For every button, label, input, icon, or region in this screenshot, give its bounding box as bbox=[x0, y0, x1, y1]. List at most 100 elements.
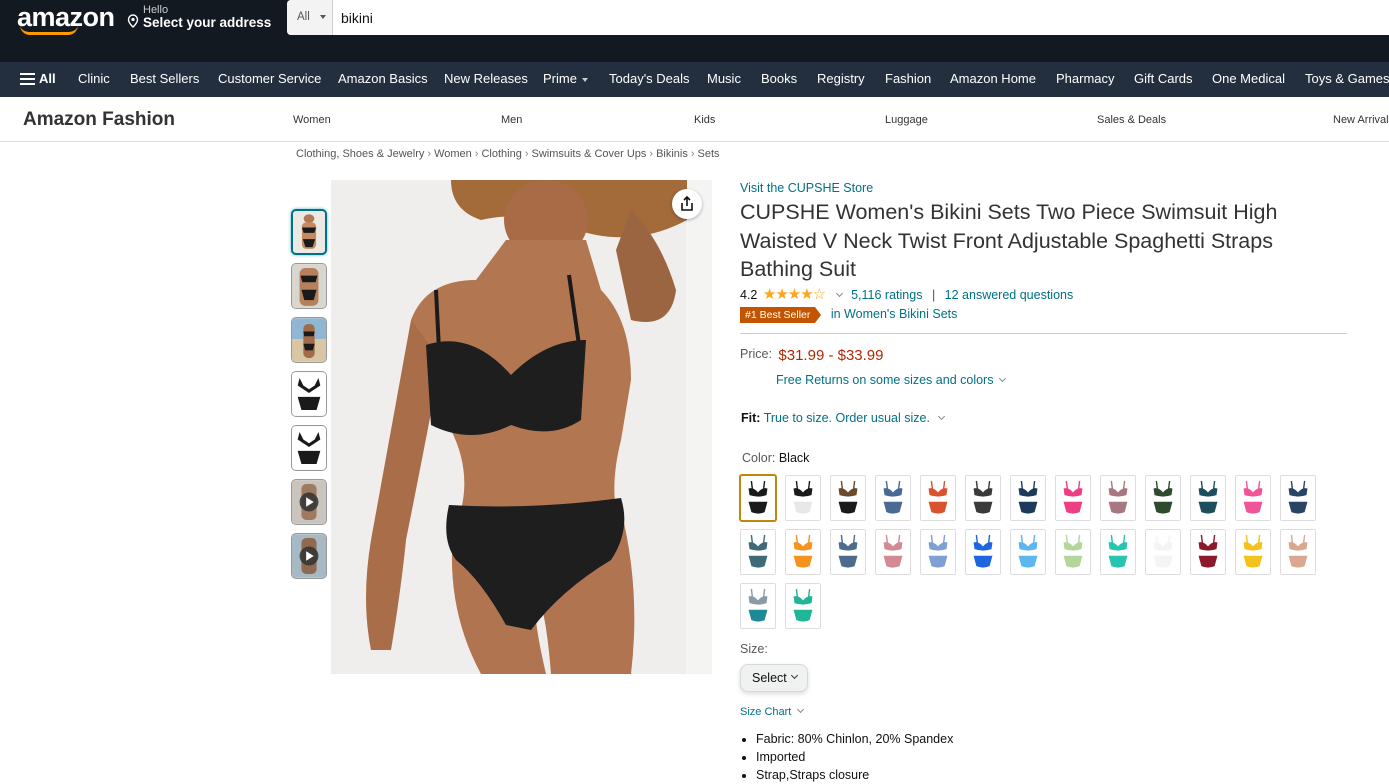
color-swatch[interactable] bbox=[740, 475, 776, 521]
breadcrumb-separator-icon: › bbox=[649, 148, 654, 160]
chevron-down-icon bbox=[790, 671, 799, 680]
nav-item-prime[interactable]: Prime bbox=[543, 71, 588, 86]
breadcrumb-item[interactable]: Swimsuits & Cover Ups bbox=[531, 148, 646, 160]
fashion-nav-new-arrivals[interactable]: New Arrivals bbox=[1333, 114, 1389, 126]
nav-item-registry[interactable]: Registry bbox=[817, 71, 865, 86]
color-swatch[interactable] bbox=[785, 583, 821, 629]
nav-item-best-sellers[interactable]: Best Sellers bbox=[130, 71, 199, 86]
hamburger-menu-icon[interactable] bbox=[20, 73, 35, 85]
nav-item-one-medical[interactable]: One Medical bbox=[1212, 71, 1285, 86]
size-label: Size: bbox=[740, 642, 768, 656]
breadcrumb-item[interactable]: Clothing, Shoes & Jewelry bbox=[296, 148, 424, 160]
best-seller-badge[interactable]: #1 Best Seller bbox=[740, 307, 822, 323]
swatch-bikini-image bbox=[793, 534, 813, 568]
color-swatch[interactable] bbox=[1145, 475, 1181, 521]
breadcrumb-separator-icon: › bbox=[474, 148, 479, 160]
breadcrumb-item[interactable]: Bikinis bbox=[656, 148, 688, 160]
color-swatch[interactable] bbox=[1055, 529, 1091, 575]
nav-item-amazon-basics[interactable]: Amazon Basics bbox=[338, 71, 428, 86]
product-thumbnail[interactable] bbox=[291, 425, 327, 471]
nav-item-pharmacy[interactable]: Pharmacy bbox=[1056, 71, 1115, 86]
bullet-item: Imported bbox=[756, 748, 953, 766]
chevron-down-icon[interactable] bbox=[835, 289, 843, 298]
color-swatch[interactable] bbox=[1100, 529, 1136, 575]
color-swatch[interactable] bbox=[1100, 475, 1136, 521]
fashion-nav-kids[interactable]: Kids bbox=[694, 114, 715, 126]
best-seller-category-link[interactable]: in Women's Bikini Sets bbox=[831, 307, 958, 321]
product-thumbnail[interactable] bbox=[291, 209, 327, 255]
nav-item-toys-games[interactable]: Toys & Games bbox=[1305, 71, 1389, 86]
bikini-flatlay-thumbnail-image bbox=[292, 372, 326, 416]
product-video-thumbnail[interactable] bbox=[291, 479, 327, 525]
color-swatch[interactable] bbox=[875, 475, 911, 521]
color-swatch[interactable] bbox=[1010, 475, 1046, 521]
color-swatch[interactable] bbox=[1010, 529, 1046, 575]
ratings-count-link[interactable]: 5,116 ratings bbox=[851, 288, 922, 302]
color-swatch[interactable] bbox=[1190, 529, 1226, 575]
swatch-bikini-image bbox=[1108, 480, 1128, 514]
nav-item-gift-cards[interactable]: Gift Cards bbox=[1134, 71, 1193, 86]
fashion-title[interactable]: Amazon Fashion bbox=[23, 109, 175, 131]
fashion-nav-sales-deals[interactable]: Sales & Deals bbox=[1097, 114, 1166, 126]
size-select-dropdown[interactable]: Select bbox=[740, 664, 808, 692]
fashion-subnav: Amazon Fashion Women Men Kids Luggage Sa… bbox=[0, 97, 1389, 142]
color-swatch[interactable] bbox=[1280, 529, 1316, 575]
color-swatch[interactable] bbox=[740, 529, 776, 575]
location-pin-icon bbox=[127, 14, 139, 28]
fashion-nav-men[interactable]: Men bbox=[501, 114, 522, 126]
product-thumbnail[interactable] bbox=[291, 263, 327, 309]
video-thumbnail-image bbox=[292, 480, 326, 524]
nav-item-amazon-home[interactable]: Amazon Home bbox=[950, 71, 1036, 86]
nav-item-new-releases[interactable]: New Releases bbox=[444, 71, 528, 86]
size-chart-link[interactable]: Size Chart bbox=[740, 705, 809, 718]
price-label: Price: bbox=[740, 347, 772, 361]
search-bar: All bbox=[287, 0, 1389, 35]
fashion-nav-luggage[interactable]: Luggage bbox=[885, 114, 928, 126]
fashion-nav-women[interactable]: Women bbox=[293, 114, 331, 126]
product-thumbnail[interactable] bbox=[291, 371, 327, 417]
color-swatch[interactable] bbox=[920, 475, 956, 521]
free-returns-link[interactable]: Free Returns on some sizes and colors bbox=[776, 373, 1011, 387]
color-swatch[interactable] bbox=[1055, 475, 1091, 521]
color-swatch[interactable] bbox=[830, 475, 866, 521]
nav-all[interactable]: All bbox=[39, 71, 56, 86]
color-swatch[interactable] bbox=[920, 529, 956, 575]
product-video-thumbnail[interactable] bbox=[291, 533, 327, 579]
color-swatch[interactable] bbox=[1280, 475, 1316, 521]
color-swatch[interactable] bbox=[740, 583, 776, 629]
color-swatch[interactable] bbox=[1190, 475, 1226, 521]
color-swatch[interactable] bbox=[1235, 529, 1271, 575]
share-button[interactable] bbox=[672, 189, 702, 219]
answered-questions-link[interactable]: 12 answered questions bbox=[945, 288, 1074, 302]
color-swatch[interactable] bbox=[785, 475, 821, 521]
nav-item-fashion[interactable]: Fashion bbox=[885, 71, 931, 86]
swatch-bikini-image bbox=[883, 480, 903, 514]
swatch-bikini-image bbox=[1198, 480, 1218, 514]
nav-item-books[interactable]: Books bbox=[761, 71, 797, 86]
product-thumbnail[interactable] bbox=[291, 317, 327, 363]
star-rating-icon[interactable]: ★★★★☆ bbox=[763, 285, 826, 303]
color-swatch[interactable] bbox=[965, 475, 1001, 521]
color-swatch[interactable] bbox=[875, 529, 911, 575]
nav-item-clinic[interactable]: Clinic bbox=[78, 71, 110, 86]
color-swatch[interactable] bbox=[1145, 529, 1181, 575]
fit-value-link[interactable]: True to size. Order usual size. bbox=[764, 411, 930, 425]
nav-item-customer-service[interactable]: Customer Service bbox=[218, 71, 321, 86]
main-product-image[interactable] bbox=[331, 180, 712, 674]
breadcrumb-item[interactable]: Women bbox=[434, 148, 472, 160]
color-swatch[interactable] bbox=[1235, 475, 1271, 521]
chevron-down-icon[interactable] bbox=[937, 412, 946, 421]
swatch-bikini-image bbox=[748, 588, 768, 622]
swatch-bikini-image bbox=[1108, 534, 1128, 568]
color-swatch[interactable] bbox=[785, 529, 821, 575]
nav-item-todays-deals[interactable]: Today's Deals bbox=[609, 71, 690, 86]
rating-value: 4.2 bbox=[740, 288, 758, 302]
color-swatch[interactable] bbox=[830, 529, 866, 575]
breadcrumb-item[interactable]: Sets bbox=[698, 148, 720, 160]
search-category-dropdown[interactable]: All bbox=[287, 0, 333, 35]
store-link[interactable]: Visit the CUPSHE Store bbox=[740, 181, 873, 195]
nav-item-music[interactable]: Music bbox=[707, 71, 741, 86]
search-input[interactable] bbox=[335, 0, 1385, 35]
breadcrumb-item[interactable]: Clothing bbox=[481, 148, 521, 160]
color-swatch[interactable] bbox=[965, 529, 1001, 575]
